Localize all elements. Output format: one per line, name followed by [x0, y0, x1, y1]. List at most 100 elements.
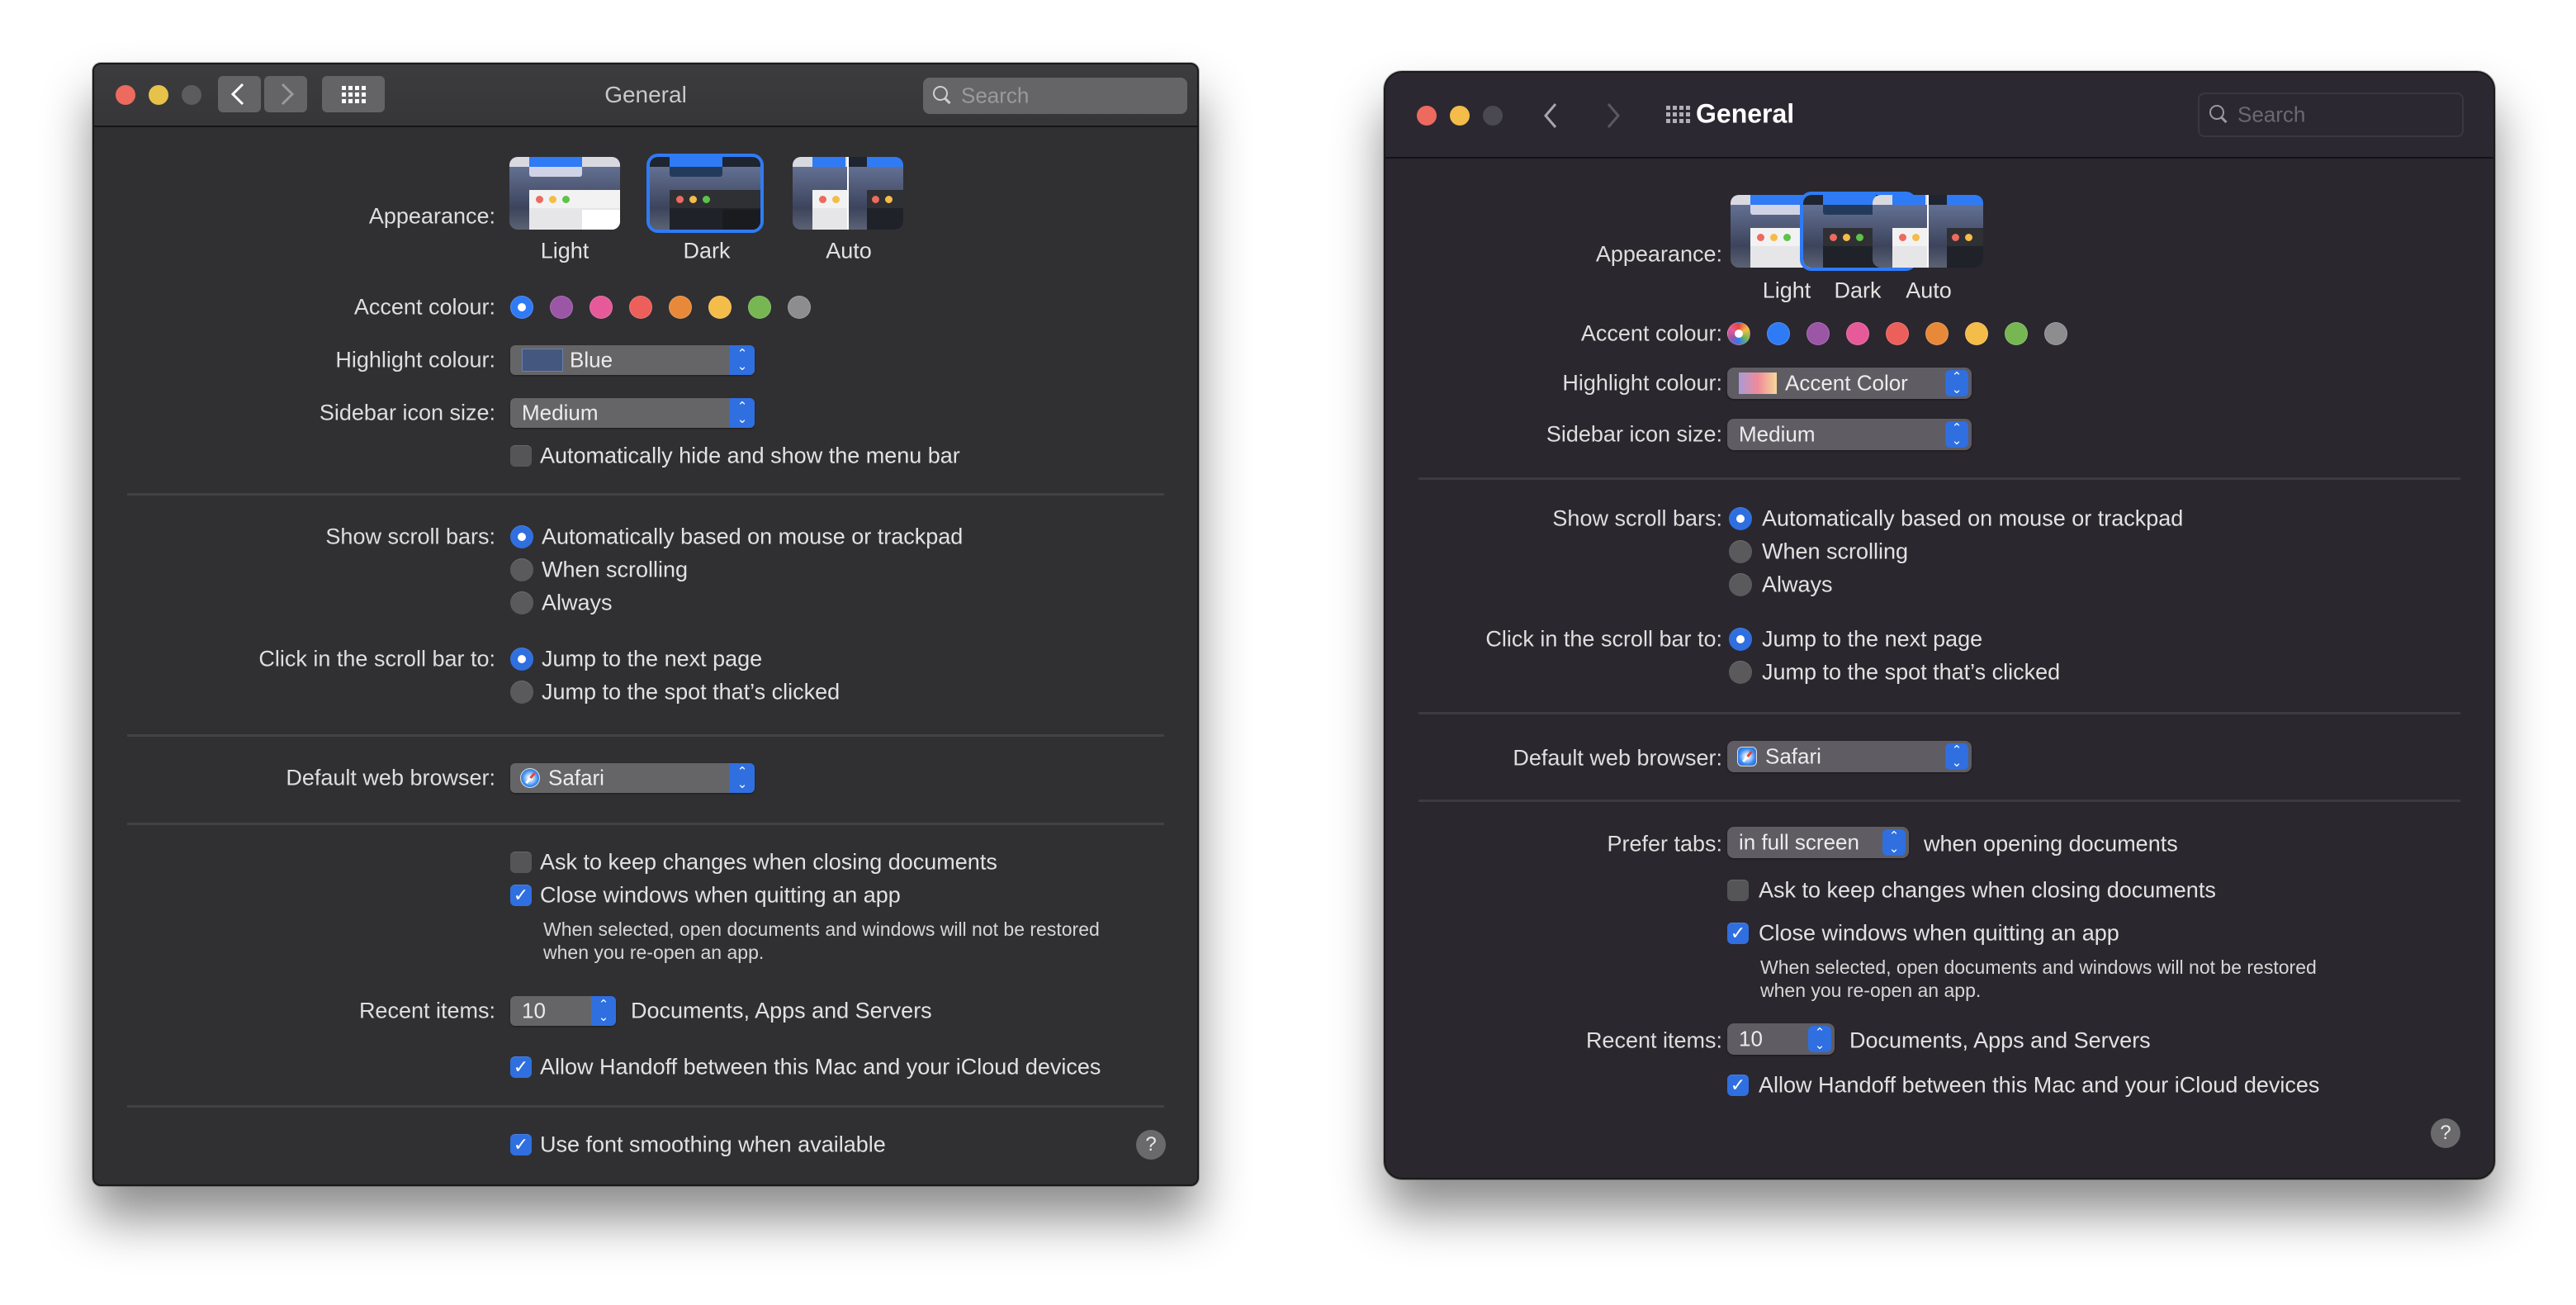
- close-windows-description-line1: When selected, open documents and window…: [1760, 956, 2317, 978]
- appearance-dark-label: Dark: [1834, 278, 1882, 303]
- section-divider: [127, 1105, 1164, 1108]
- accent-swatch-orange[interactable]: [669, 296, 692, 319]
- scroll-bars-automatic-label: Automatically based on mouse or trackpad: [1762, 505, 2184, 531]
- help-button[interactable]: ?: [1136, 1130, 1166, 1160]
- section-divider: [127, 734, 1164, 737]
- accent-swatch-green[interactable]: [2005, 322, 2028, 345]
- default-browser-popup[interactable]: Safari ⌃ ⌄: [510, 763, 755, 793]
- jump-to-spot-radio[interactable]: [1729, 661, 1752, 684]
- default-browser-value: Safari: [548, 765, 604, 790]
- scroll-bars-when-scrolling-radio[interactable]: [510, 558, 533, 581]
- ask-keep-changes-checkbox[interactable]: [510, 852, 532, 873]
- default-browser-popup[interactable]: Safari ⌃ ⌄: [1727, 741, 1972, 772]
- sidebar-icon-size-value: Medium: [1739, 421, 1816, 447]
- accent-swatch-multicolor[interactable]: [1727, 322, 1750, 345]
- search-field[interactable]: Search: [2198, 93, 2464, 137]
- selected-indicator: [1735, 330, 1743, 338]
- ask-keep-changes-checkbox[interactable]: [1727, 880, 1749, 901]
- zoom-button[interactable]: [1483, 106, 1503, 126]
- forward-button[interactable]: [1595, 99, 1628, 132]
- appearance-light-thumbnail[interactable]: [509, 157, 620, 230]
- recent-items-label: Recent items:: [1585, 1027, 1722, 1053]
- accent-swatch-purple[interactable]: [550, 296, 573, 319]
- jump-next-page-label: Jump to the next page: [542, 646, 763, 671]
- back-button[interactable]: [1536, 99, 1569, 132]
- default-browser-label: Default web browser:: [286, 765, 495, 790]
- jump-next-page-radio[interactable]: [510, 648, 533, 671]
- show-all-grid-icon[interactable]: [1666, 106, 1690, 123]
- recent-items-value: 10: [522, 998, 546, 1023]
- scroll-bars-always-radio[interactable]: [510, 591, 533, 615]
- accent-swatch-yellow[interactable]: [708, 296, 732, 319]
- font-smoothing-label: Use font smoothing when available: [540, 1132, 886, 1157]
- default-browser-label: Default web browser:: [1513, 745, 1722, 771]
- popup-stepper-icon: ⌃ ⌄: [1808, 1026, 1831, 1052]
- checkmark-icon: ✓: [1730, 923, 1746, 943]
- section-divider: [127, 493, 1164, 496]
- accent-swatch-yellow[interactable]: [1965, 322, 1988, 345]
- accent-swatch-red[interactable]: [629, 296, 652, 319]
- accent-swatch-pink[interactable]: [1846, 322, 1869, 345]
- click-scroll-bar-label: Click in the scroll bar to:: [1485, 626, 1722, 652]
- scroll-bars-when-scrolling-radio[interactable]: [1729, 540, 1752, 563]
- handoff-label: Allow Handoff between this Mac and your …: [540, 1054, 1101, 1080]
- title-bar: General Search: [94, 64, 1197, 127]
- highlight-colour-value: Blue: [570, 347, 613, 373]
- default-browser-value: Safari: [1765, 743, 1821, 769]
- handoff-checkbox[interactable]: ✓: [1727, 1075, 1749, 1096]
- prefer-tabs-value: in full screen: [1739, 829, 1859, 855]
- appearance-light-label: Light: [1762, 278, 1811, 303]
- prefer-tabs-popup[interactable]: in full screen ⌃ ⌄: [1727, 827, 1909, 858]
- popup-stepper-icon: ⌃ ⌄: [591, 996, 616, 1026]
- appearance-label: Appearance:: [1595, 241, 1722, 267]
- section-divider: [1418, 712, 2460, 714]
- accent-swatch-pink[interactable]: [590, 296, 613, 319]
- safari-icon: [520, 768, 540, 788]
- scroll-bars-automatic-radio[interactable]: [1729, 507, 1752, 530]
- close-button[interactable]: [1417, 106, 1437, 126]
- close-windows-checkbox[interactable]: ✓: [1727, 923, 1749, 944]
- accent-swatch-graphite[interactable]: [788, 296, 811, 319]
- font-smoothing-checkbox[interactable]: ✓: [510, 1134, 532, 1156]
- popup-stepper-icon: ⌃ ⌄: [1882, 829, 1906, 856]
- sidebar-icon-size-popup[interactable]: Medium ⌃ ⌄: [510, 398, 755, 428]
- search-icon: [933, 86, 951, 104]
- appearance-label: Appearance:: [368, 203, 495, 229]
- prefer-tabs-label: Prefer tabs:: [1607, 831, 1722, 857]
- accent-swatch-purple[interactable]: [1807, 322, 1830, 345]
- scroll-bars-always-radio[interactable]: [1729, 573, 1752, 596]
- accent-swatch-red[interactable]: [1886, 322, 1909, 345]
- recent-items-suffix: Documents, Apps and Servers: [631, 998, 932, 1023]
- auto-hide-menu-bar-checkbox[interactable]: [510, 445, 532, 467]
- system-preferences-window-left: General Search Appearance: Light Dark Au…: [92, 63, 1199, 1186]
- highlight-colour-popup[interactable]: Accent Color ⌃ ⌄: [1727, 368, 1972, 399]
- handoff-checkbox[interactable]: ✓: [510, 1056, 532, 1078]
- sidebar-icon-size-popup[interactable]: Medium ⌃ ⌄: [1727, 419, 1972, 450]
- accent-swatch-blue[interactable]: [510, 296, 533, 319]
- recent-items-popup[interactable]: 10 ⌃ ⌄: [1727, 1023, 1835, 1055]
- highlight-colour-popup[interactable]: Blue ⌃ ⌄: [510, 345, 755, 375]
- accent-swatch-orange[interactable]: [1925, 322, 1949, 345]
- jump-to-spot-radio[interactable]: [510, 681, 533, 704]
- appearance-auto-thumbnail[interactable]: [793, 157, 903, 230]
- auto-hide-menu-bar-label: Automatically hide and show the menu bar: [540, 443, 960, 468]
- accent-swatch-blue[interactable]: [1767, 322, 1790, 345]
- accent-swatch-green[interactable]: [748, 296, 771, 319]
- scroll-bars-when-scrolling-label: When scrolling: [1762, 539, 1909, 564]
- accent-swatch-graphite[interactable]: [2044, 322, 2067, 345]
- close-windows-checkbox[interactable]: ✓: [510, 885, 532, 906]
- recent-items-popup[interactable]: 10 ⌃ ⌄: [510, 996, 616, 1026]
- jump-next-page-radio[interactable]: [1729, 628, 1752, 651]
- scroll-bars-automatic-radio[interactable]: [510, 525, 533, 548]
- recent-items-value: 10: [1739, 1026, 1763, 1051]
- appearance-auto-thumbnail[interactable]: [1873, 195, 1983, 268]
- appearance-dark-thumbnail[interactable]: [646, 154, 764, 233]
- close-windows-description-line2: when you re-open an app.: [543, 942, 765, 963]
- show-scroll-bars-label: Show scroll bars:: [1552, 505, 1722, 531]
- close-windows-label: Close windows when quitting an app: [1759, 920, 2119, 946]
- popup-stepper-icon: ⌃ ⌄: [730, 345, 755, 375]
- help-button[interactable]: ?: [2431, 1118, 2460, 1148]
- minimize-button[interactable]: [1450, 106, 1470, 126]
- search-field[interactable]: Search: [923, 78, 1187, 114]
- popup-stepper-icon: ⌃ ⌄: [1945, 370, 1968, 396]
